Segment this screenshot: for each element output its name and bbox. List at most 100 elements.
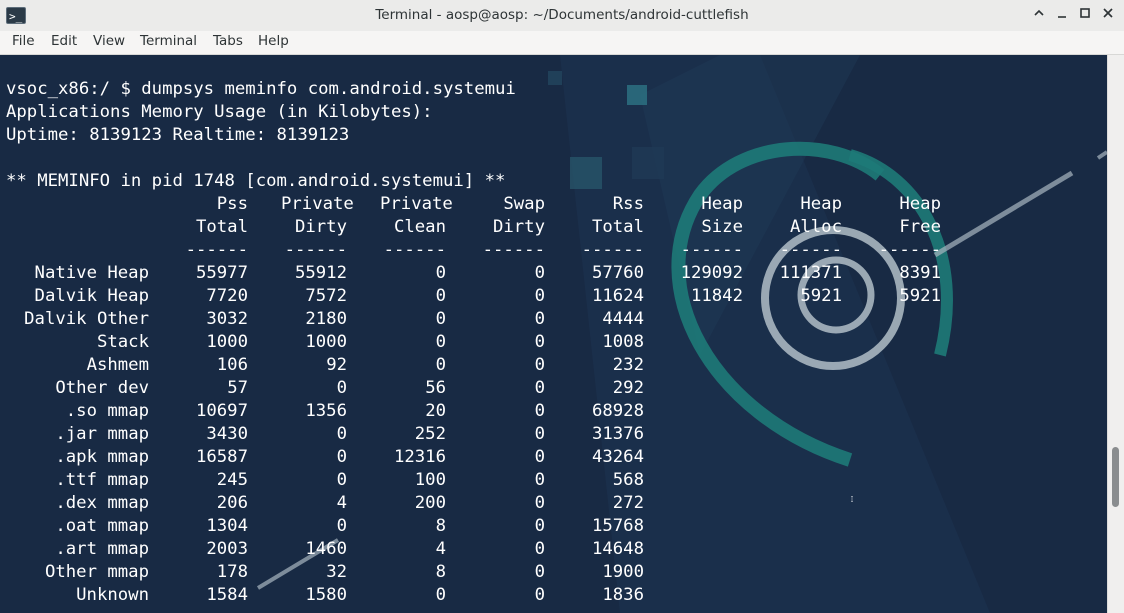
- table-cell: 57: [227, 378, 248, 398]
- memory-usage-heading: Applications Memory Usage (in Kilobytes)…: [6, 102, 433, 122]
- chevron-up-icon: [1034, 9, 1044, 16]
- table-cell: 1836: [602, 585, 644, 605]
- table-cell: 0: [534, 332, 545, 352]
- table-cell: 0: [534, 585, 545, 605]
- table-cell: 2003: [206, 539, 248, 559]
- table-cell: 0: [336, 378, 347, 398]
- table-cell: 7720: [206, 286, 248, 306]
- terminal-scrollbar[interactable]: [1107, 55, 1124, 613]
- column-header: Private: [380, 194, 453, 214]
- table-cell: 0: [534, 401, 545, 421]
- scrollbar-thumb[interactable]: [1112, 447, 1119, 507]
- table-cell: 8: [435, 562, 446, 582]
- row-label: .apk mmap: [55, 447, 149, 467]
- window-title: Terminal - aosp@aosp: ~/Documents/androi…: [375, 7, 749, 23]
- column-separator: ------: [779, 240, 842, 260]
- table-cell: 292: [612, 378, 644, 398]
- menu-view[interactable]: View: [93, 31, 125, 54]
- menu-terminal[interactable]: Terminal: [140, 31, 197, 54]
- table-cell: 0: [534, 470, 545, 490]
- column-header: Rss: [612, 194, 644, 214]
- table-cell: 1460: [305, 539, 347, 559]
- text-cursor-icon: [851, 496, 853, 502]
- maximize-up-icon[interactable]: [1029, 5, 1049, 25]
- menu-help[interactable]: Help: [258, 31, 289, 54]
- table-cell: 252: [414, 424, 446, 444]
- row-label: .so mmap: [65, 401, 149, 421]
- table-cell: 106: [216, 355, 248, 375]
- table-cell: 20: [425, 401, 446, 421]
- table-cell: 4: [336, 493, 347, 513]
- column-separator: ------: [284, 240, 347, 260]
- table-cell: 7572: [305, 286, 347, 306]
- minimize-icon: [1058, 16, 1066, 18]
- minimize-button[interactable]: [1052, 5, 1072, 25]
- table-cell: 68928: [591, 401, 644, 421]
- row-label: Stack: [96, 332, 149, 352]
- column-header: Dirty: [294, 217, 347, 237]
- table-cell: 0: [534, 286, 545, 306]
- column-header: Clean: [393, 217, 446, 237]
- close-icon: [1103, 8, 1113, 18]
- table-cell: 0: [435, 286, 446, 306]
- table-cell: 12316: [393, 447, 446, 467]
- table-cell: 245: [216, 470, 248, 490]
- table-cell: 0: [435, 332, 446, 352]
- column-header: Private: [281, 194, 354, 214]
- row-label: Other mmap: [44, 562, 149, 582]
- row-label: Dalvik Heap: [34, 286, 149, 306]
- terminal-output[interactable]: vsoc_x86:/ $ dumpsys meminfo com.android…: [0, 55, 1107, 613]
- table-cell: 5921: [800, 286, 842, 306]
- row-label: .dex mmap: [55, 493, 149, 513]
- table-cell: 2180: [305, 309, 347, 329]
- title-bar[interactable]: >_ Terminal - aosp@aosp: ~/Documents/and…: [0, 0, 1124, 32]
- close-button[interactable]: [1098, 5, 1118, 25]
- table-cell: 55912: [294, 263, 347, 283]
- table-cell: 0: [336, 424, 347, 444]
- table-cell: 8391: [899, 263, 941, 283]
- table-cell: 3430: [206, 424, 248, 444]
- table-cell: 5921: [899, 286, 941, 306]
- menu-tabs[interactable]: Tabs: [213, 31, 243, 54]
- menu-edit[interactable]: Edit: [51, 31, 77, 54]
- column-header: Total: [195, 217, 248, 237]
- maximize-icon: [1080, 8, 1090, 18]
- table-cell: 0: [534, 562, 545, 582]
- menu-bar: File Edit View Terminal Tabs Help: [0, 31, 1124, 55]
- table-cell: 0: [534, 493, 545, 513]
- table-cell: 0: [534, 355, 545, 375]
- column-separator: ------: [878, 240, 941, 260]
- table-cell: 92: [326, 355, 347, 375]
- maximize-button[interactable]: [1075, 5, 1095, 25]
- column-header: Swap: [503, 194, 545, 214]
- table-cell: 1584: [206, 585, 248, 605]
- row-label: Ashmem: [86, 355, 149, 375]
- table-cell: 1008: [602, 332, 644, 352]
- table-cell: 55977: [195, 263, 248, 283]
- table-cell: 0: [534, 447, 545, 467]
- table-cell: 272: [612, 493, 644, 513]
- column-header: Heap: [701, 194, 743, 214]
- table-cell: 1000: [206, 332, 248, 352]
- menu-file[interactable]: File: [12, 31, 35, 54]
- row-label: Unknown: [76, 585, 149, 605]
- table-cell: 56: [425, 378, 446, 398]
- table-cell: 4444: [602, 309, 644, 329]
- column-header: Alloc: [789, 217, 842, 237]
- table-cell: 15768: [591, 516, 644, 536]
- table-cell: 0: [534, 539, 545, 559]
- table-cell: 100: [414, 470, 446, 490]
- table-cell: 111371: [779, 263, 842, 283]
- table-cell: 11842: [690, 286, 743, 306]
- table-cell: 1900: [602, 562, 644, 582]
- table-cell: 1580: [305, 585, 347, 605]
- column-header: Dirty: [492, 217, 545, 237]
- row-label: Dalvik Other: [24, 309, 149, 329]
- table-cell: 0: [435, 263, 446, 283]
- table-cell: 0: [435, 355, 446, 375]
- table-cell: 0: [435, 309, 446, 329]
- table-cell: 0: [534, 516, 545, 536]
- table-cell: 1356: [305, 401, 347, 421]
- table-cell: 0: [534, 263, 545, 283]
- table-cell: 31376: [591, 424, 644, 444]
